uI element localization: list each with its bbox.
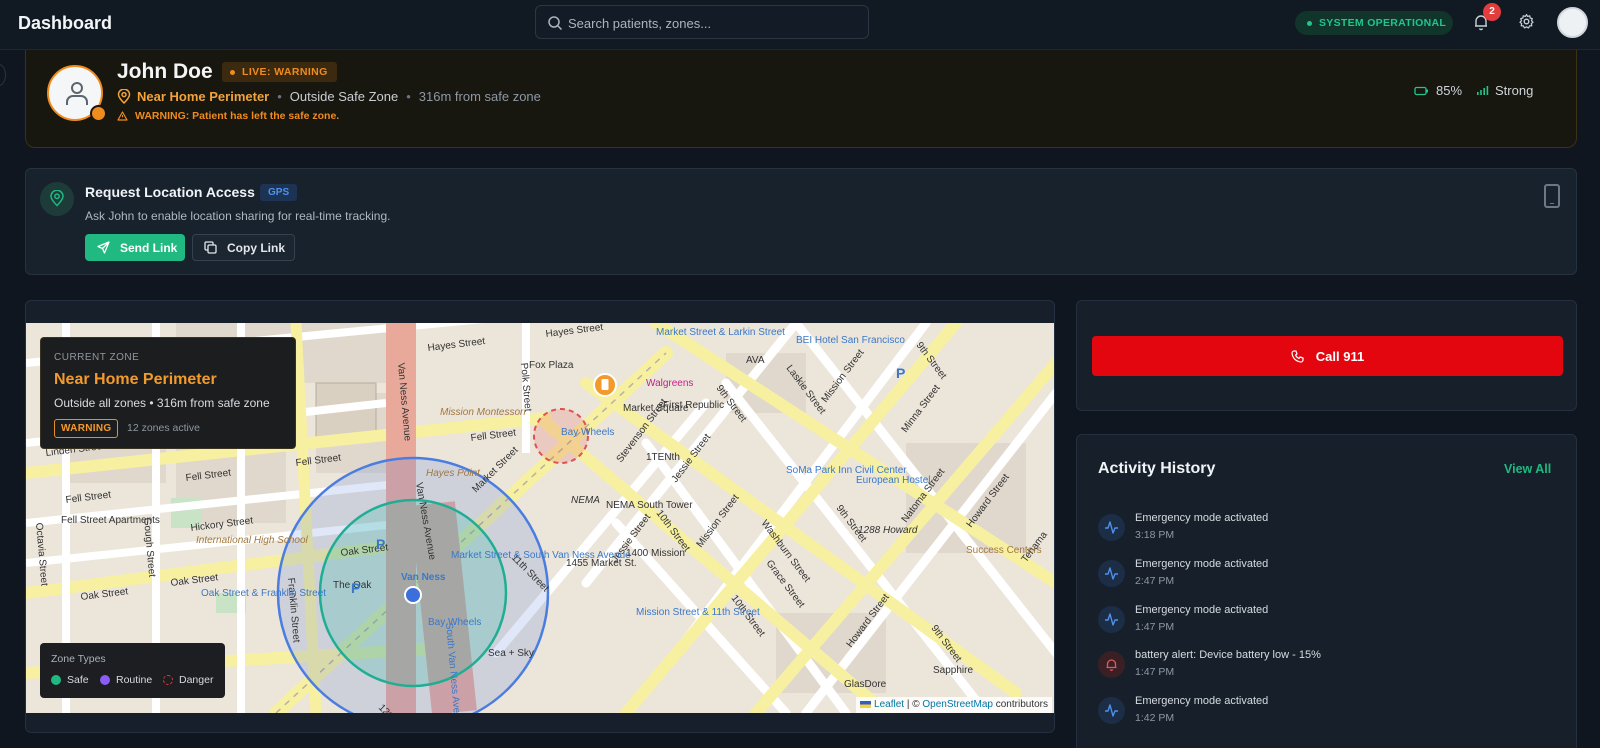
user-icon bbox=[66, 82, 88, 105]
copy-link-button[interactable]: Copy Link bbox=[192, 234, 295, 261]
map-label: First Republic bbox=[663, 400, 724, 411]
map-label: Market Street & Larkin Street bbox=[656, 327, 785, 338]
view-all-link[interactable]: View All bbox=[1504, 462, 1551, 476]
map-label: Sea + Sky bbox=[488, 648, 534, 659]
sidebar-toggle[interactable] bbox=[0, 64, 6, 86]
svg-text:P: P bbox=[896, 365, 905, 381]
search-input[interactable] bbox=[568, 12, 858, 34]
map-label: 1288 Howard bbox=[858, 525, 918, 536]
activity-item[interactable]: battery alert: Device battery low - 15% … bbox=[1098, 649, 1558, 685]
map-label: Van Ness bbox=[401, 572, 446, 583]
activity-item[interactable]: Emergency mode activated 3:18 PM bbox=[1098, 512, 1558, 548]
warning-status-dot bbox=[90, 105, 107, 122]
activity-item[interactable]: Emergency mode activated 2:47 PM bbox=[1098, 558, 1558, 594]
patient-name: John Doe bbox=[117, 60, 213, 83]
map-pin-icon bbox=[50, 190, 64, 207]
search-icon bbox=[548, 16, 563, 31]
legend-item-routine: Routine bbox=[100, 674, 152, 686]
svg-text:P: P bbox=[351, 580, 360, 596]
leaflet-link[interactable]: Leaflet bbox=[874, 699, 904, 710]
current-zone-label: CURRENT ZONE bbox=[54, 352, 140, 363]
call-911-button[interactable]: Call 911 bbox=[1092, 336, 1563, 376]
activity-icon bbox=[1098, 514, 1125, 541]
location-request-icon bbox=[40, 182, 74, 216]
app-title: Dashboard bbox=[18, 13, 113, 33]
copy-icon bbox=[204, 241, 217, 254]
patient-zone-status: Outside Safe Zone bbox=[289, 89, 399, 104]
map-label: Hayes Point bbox=[426, 468, 481, 479]
map-label: NEMA bbox=[571, 495, 600, 506]
map-label: BEI Hotel San Francisco bbox=[796, 335, 905, 346]
gps-badge: GPS bbox=[260, 184, 298, 201]
activity-icon bbox=[1098, 606, 1125, 633]
map-label: Oak Street & Franklin Street bbox=[201, 588, 326, 599]
map-label: AVA bbox=[746, 355, 765, 366]
map-label: European Hostel bbox=[856, 475, 931, 486]
top-bar: Dashboard SYSTEM OPERATIONAL 2 bbox=[0, 0, 1600, 50]
map-label: Mission Street & 11th Street bbox=[636, 607, 760, 618]
live-status-badge: LIVE: WARNING bbox=[222, 62, 337, 82]
current-zone-name: Near Home Perimeter bbox=[54, 371, 217, 388]
zone-map[interactable]: Hayes Street Hayes Street Fell Street Fe… bbox=[26, 323, 1054, 713]
user-avatar[interactable] bbox=[1557, 7, 1588, 38]
activity-icon bbox=[1098, 560, 1125, 587]
send-link-button[interactable]: Send Link bbox=[85, 234, 185, 261]
search-box[interactable] bbox=[535, 5, 869, 39]
notification-count-badge: 2 bbox=[1483, 3, 1501, 21]
activity-item[interactable]: Emergency mode activated 1:42 PM bbox=[1098, 695, 1558, 731]
current-zone-status-badge: WARNING bbox=[54, 419, 119, 438]
svg-text:P: P bbox=[376, 536, 385, 552]
map-label: Walgreens bbox=[646, 378, 693, 389]
bell-icon bbox=[1098, 651, 1125, 678]
battery-indicator: 85% bbox=[1414, 83, 1462, 98]
activity-history-card: Activity History View All Emergency mode… bbox=[1076, 434, 1577, 748]
patient-warning: WARNING: Patient has left the safe zone. bbox=[117, 110, 339, 122]
map-label: Fox Plaza bbox=[529, 360, 574, 371]
send-icon bbox=[97, 241, 110, 254]
map-label: Sapphire bbox=[933, 665, 973, 676]
zone-legend: Zone Types Safe Routine Danger bbox=[40, 643, 225, 698]
map-attribution: Leaflet | © OpenStreetMap contributors bbox=[856, 697, 1052, 713]
map-label: 1TENth bbox=[646, 452, 680, 463]
activity-icon bbox=[1098, 697, 1125, 724]
map-label: GlasDore bbox=[844, 679, 887, 690]
patient-status-card: John Doe LIVE: WARNING Near Home Perimet… bbox=[25, 50, 1577, 148]
legend-item-safe: Safe bbox=[51, 674, 89, 686]
patient-location: Near Home Perimeter • Outside Safe Zone … bbox=[117, 89, 541, 104]
smartphone-icon bbox=[1544, 184, 1560, 208]
system-status-badge: SYSTEM OPERATIONAL bbox=[1295, 11, 1453, 35]
legend-title: Zone Types bbox=[51, 653, 106, 665]
gear-icon[interactable] bbox=[1518, 13, 1535, 30]
emergency-call-card: Call 911 bbox=[1076, 300, 1577, 411]
location-request-title: Request Location Access bbox=[85, 184, 255, 200]
map-label: Success Centers bbox=[966, 545, 1042, 556]
phone-icon bbox=[1291, 349, 1304, 363]
activity-history-title: Activity History bbox=[1098, 460, 1216, 477]
location-request-description: Ask John to enable location sharing for … bbox=[85, 209, 391, 223]
map-label: Market Street & South Van Ness Avenue bbox=[451, 550, 631, 561]
map-label: NEMA South Tower bbox=[606, 500, 693, 511]
ukraine-flag-icon bbox=[860, 701, 872, 708]
map-label: Mission Montessori bbox=[440, 407, 526, 418]
current-zone-overlay: CURRENT ZONE Near Home Perimeter Outside… bbox=[40, 337, 296, 449]
battery-icon bbox=[1414, 86, 1428, 95]
location-request-card: Request Location Access GPS Ask John to … bbox=[25, 168, 1577, 275]
patient-distance: 316m from safe zone bbox=[418, 89, 541, 104]
map-pin-icon bbox=[117, 89, 131, 104]
warning-icon bbox=[117, 111, 128, 121]
map-card: Hayes Street Hayes Street Fell Street Fe… bbox=[25, 300, 1055, 733]
map-label: International High School bbox=[196, 535, 309, 546]
map-label: Bay Wheels bbox=[561, 427, 614, 438]
openstreetmap-link[interactable]: OpenStreetMap bbox=[922, 699, 993, 710]
status-dot-icon bbox=[1307, 21, 1312, 26]
zones-active-count: 12 zones active bbox=[127, 422, 200, 434]
activity-item[interactable]: Emergency mode activated 1:47 PM bbox=[1098, 604, 1558, 640]
current-zone-subtitle: Outside all zones • 316m from safe zone bbox=[54, 396, 270, 410]
patient-zone: Near Home Perimeter bbox=[137, 89, 270, 104]
signal-indicator: Strong bbox=[1476, 83, 1533, 98]
legend-item-danger: Danger bbox=[163, 674, 213, 686]
signal-icon bbox=[1477, 86, 1489, 95]
map-label: Fell Street Apartments bbox=[61, 515, 160, 526]
